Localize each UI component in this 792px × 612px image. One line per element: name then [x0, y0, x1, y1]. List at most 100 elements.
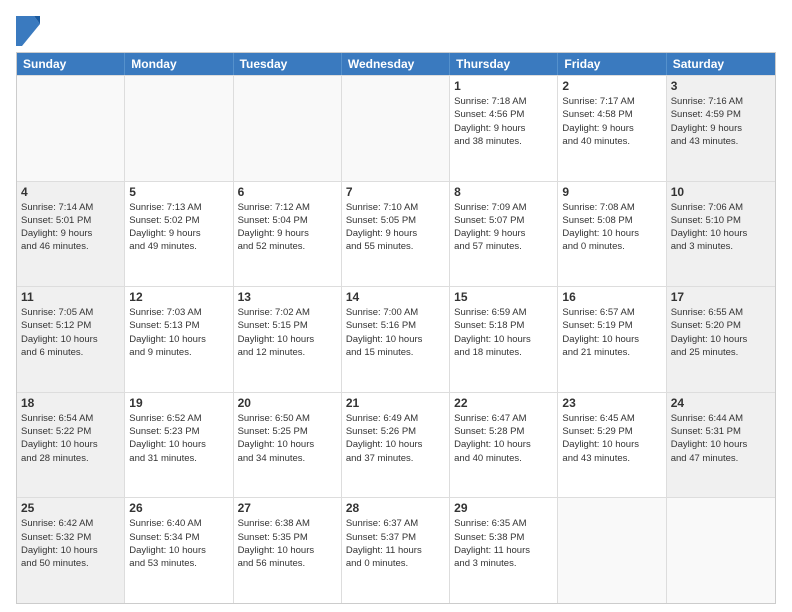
day-info: Sunrise: 6:37 AM Sunset: 5:37 PM Dayligh…: [346, 517, 445, 570]
day-number: 12: [129, 290, 228, 304]
cal-cell: 17 Sunrise: 6:55 AM Sunset: 5:20 PM Dayli…: [667, 287, 775, 392]
day-info: Sunrise: 6:42 AM Sunset: 5:32 PM Dayligh…: [21, 517, 120, 570]
cal-cell: 11Sunrise: 7:05 AM Sunset: 5:12 PM Dayli…: [17, 287, 125, 392]
day-number: 16: [562, 290, 661, 304]
day-number: 21: [346, 396, 445, 410]
day-info: Sunrise: 7:09 AM Sunset: 5:07 PM Dayligh…: [454, 201, 553, 254]
day-number: 17: [671, 290, 771, 304]
cal-cell: [17, 76, 125, 181]
day-info: Sunrise: 7:00 AM Sunset: 5:16 PM Dayligh…: [346, 306, 445, 359]
day-number: 3: [671, 79, 771, 93]
day-number: 27: [238, 501, 337, 515]
day-info: Sunrise: 6:44 AM Sunset: 5:31 PM Dayligh…: [671, 412, 771, 465]
day-number: 1: [454, 79, 553, 93]
day-info: Sunrise: 7:08 AM Sunset: 5:08 PM Dayligh…: [562, 201, 661, 254]
day-info: Sunrise: 6:54 AM Sunset: 5:22 PM Dayligh…: [21, 412, 120, 465]
cal-cell: [667, 498, 775, 603]
day-number: 2: [562, 79, 661, 93]
cal-cell: 16 Sunrise: 6:57 AM Sunset: 5:19 PM Dayli…: [558, 287, 666, 392]
cal-cell: [234, 76, 342, 181]
cal-cell: 8Sunrise: 7:09 AM Sunset: 5:07 PM Daylig…: [450, 182, 558, 287]
cal-cell: 23 Sunrise: 6:45 AM Sunset: 5:29 PM Dayli…: [558, 393, 666, 498]
day-number: 4: [21, 185, 120, 199]
day-info: Sunrise: 6:50 AM Sunset: 5:25 PM Dayligh…: [238, 412, 337, 465]
week-row-2: 11Sunrise: 7:05 AM Sunset: 5:12 PM Dayli…: [17, 286, 775, 392]
day-info: Sunrise: 7:12 AM Sunset: 5:04 PM Dayligh…: [238, 201, 337, 254]
cal-cell: [125, 76, 233, 181]
day-number: 10: [671, 185, 771, 199]
cal-cell: 2Sunrise: 7:17 AM Sunset: 4:58 PM Daylig…: [558, 76, 666, 181]
cal-cell: 13 Sunrise: 7:02 AM Sunset: 5:15 PM Dayli…: [234, 287, 342, 392]
week-row-1: 4 Sunrise: 7:14 AM Sunset: 5:01 PM Daylig…: [17, 181, 775, 287]
cal-cell: 19 Sunrise: 6:52 AM Sunset: 5:23 PM Dayli…: [125, 393, 233, 498]
calendar-header: SundayMondayTuesdayWednesdayThursdayFrid…: [17, 53, 775, 75]
cal-cell: 24 Sunrise: 6:44 AM Sunset: 5:31 PM Dayli…: [667, 393, 775, 498]
calendar-body: 1Sunrise: 7:18 AM Sunset: 4:56 PM Daylig…: [17, 75, 775, 603]
day-info: Sunrise: 6:59 AM Sunset: 5:18 PM Dayligh…: [454, 306, 553, 359]
cal-cell: 14 Sunrise: 7:00 AM Sunset: 5:16 PM Dayli…: [342, 287, 450, 392]
day-number: 9: [562, 185, 661, 199]
day-info: Sunrise: 7:13 AM Sunset: 5:02 PM Dayligh…: [129, 201, 228, 254]
day-number: 24: [671, 396, 771, 410]
logo-icon: [16, 16, 40, 46]
cal-cell: 21 Sunrise: 6:49 AM Sunset: 5:26 PM Dayli…: [342, 393, 450, 498]
day-info: Sunrise: 7:06 AM Sunset: 5:10 PM Dayligh…: [671, 201, 771, 254]
day-info: Sunrise: 6:57 AM Sunset: 5:19 PM Dayligh…: [562, 306, 661, 359]
day-info: Sunrise: 6:52 AM Sunset: 5:23 PM Dayligh…: [129, 412, 228, 465]
day-number: 25: [21, 501, 120, 515]
day-info: Sunrise: 6:55 AM Sunset: 5:20 PM Dayligh…: [671, 306, 771, 359]
day-number: 15: [454, 290, 553, 304]
day-number: 29: [454, 501, 553, 515]
day-number: 7: [346, 185, 445, 199]
day-number: 6: [238, 185, 337, 199]
header-day-tuesday: Tuesday: [234, 53, 342, 75]
header-day-saturday: Saturday: [667, 53, 775, 75]
header-day-friday: Friday: [558, 53, 666, 75]
cal-cell: 28Sunrise: 6:37 AM Sunset: 5:37 PM Dayli…: [342, 498, 450, 603]
header-day-thursday: Thursday: [450, 53, 558, 75]
day-info: Sunrise: 6:47 AM Sunset: 5:28 PM Dayligh…: [454, 412, 553, 465]
day-number: 23: [562, 396, 661, 410]
header-day-sunday: Sunday: [17, 53, 125, 75]
header: [16, 12, 776, 46]
cal-cell: 9 Sunrise: 7:08 AM Sunset: 5:08 PM Daylig…: [558, 182, 666, 287]
cal-cell: 5 Sunrise: 7:13 AM Sunset: 5:02 PM Daylig…: [125, 182, 233, 287]
cal-cell: 7Sunrise: 7:10 AM Sunset: 5:05 PM Daylig…: [342, 182, 450, 287]
cal-cell: [342, 76, 450, 181]
logo: [16, 16, 43, 46]
header-day-wednesday: Wednesday: [342, 53, 450, 75]
cal-cell: 26Sunrise: 6:40 AM Sunset: 5:34 PM Dayli…: [125, 498, 233, 603]
day-info: Sunrise: 6:45 AM Sunset: 5:29 PM Dayligh…: [562, 412, 661, 465]
day-number: 22: [454, 396, 553, 410]
cal-cell: 6 Sunrise: 7:12 AM Sunset: 5:04 PM Daylig…: [234, 182, 342, 287]
day-number: 5: [129, 185, 228, 199]
week-row-3: 18 Sunrise: 6:54 AM Sunset: 5:22 PM Dayli…: [17, 392, 775, 498]
day-info: Sunrise: 7:03 AM Sunset: 5:13 PM Dayligh…: [129, 306, 228, 359]
cal-cell: 20 Sunrise: 6:50 AM Sunset: 5:25 PM Dayli…: [234, 393, 342, 498]
week-row-4: 25 Sunrise: 6:42 AM Sunset: 5:32 PM Dayli…: [17, 497, 775, 603]
day-number: 14: [346, 290, 445, 304]
cal-cell: 10 Sunrise: 7:06 AM Sunset: 5:10 PM Dayli…: [667, 182, 775, 287]
day-number: 13: [238, 290, 337, 304]
header-day-monday: Monday: [125, 53, 233, 75]
cal-cell: 12 Sunrise: 7:03 AM Sunset: 5:13 PM Dayli…: [125, 287, 233, 392]
cal-cell: 29Sunrise: 6:35 AM Sunset: 5:38 PM Dayli…: [450, 498, 558, 603]
day-info: Sunrise: 7:14 AM Sunset: 5:01 PM Dayligh…: [21, 201, 120, 254]
day-number: 11: [21, 290, 120, 304]
cal-cell: 4 Sunrise: 7:14 AM Sunset: 5:01 PM Daylig…: [17, 182, 125, 287]
cal-cell: [558, 498, 666, 603]
day-number: 19: [129, 396, 228, 410]
day-info: Sunrise: 6:38 AM Sunset: 5:35 PM Dayligh…: [238, 517, 337, 570]
cal-cell: 18 Sunrise: 6:54 AM Sunset: 5:22 PM Dayli…: [17, 393, 125, 498]
page: SundayMondayTuesdayWednesdayThursdayFrid…: [0, 0, 792, 612]
day-info: Sunrise: 7:02 AM Sunset: 5:15 PM Dayligh…: [238, 306, 337, 359]
cal-cell: 1Sunrise: 7:18 AM Sunset: 4:56 PM Daylig…: [450, 76, 558, 181]
cal-cell: 25 Sunrise: 6:42 AM Sunset: 5:32 PM Dayli…: [17, 498, 125, 603]
cal-cell: 15 Sunrise: 6:59 AM Sunset: 5:18 PM Dayli…: [450, 287, 558, 392]
week-row-0: 1Sunrise: 7:18 AM Sunset: 4:56 PM Daylig…: [17, 75, 775, 181]
day-number: 20: [238, 396, 337, 410]
day-number: 18: [21, 396, 120, 410]
cal-cell: 3 Sunrise: 7:16 AM Sunset: 4:59 PM Daylig…: [667, 76, 775, 181]
day-info: Sunrise: 7:16 AM Sunset: 4:59 PM Dayligh…: [671, 95, 771, 148]
day-info: Sunrise: 6:49 AM Sunset: 5:26 PM Dayligh…: [346, 412, 445, 465]
